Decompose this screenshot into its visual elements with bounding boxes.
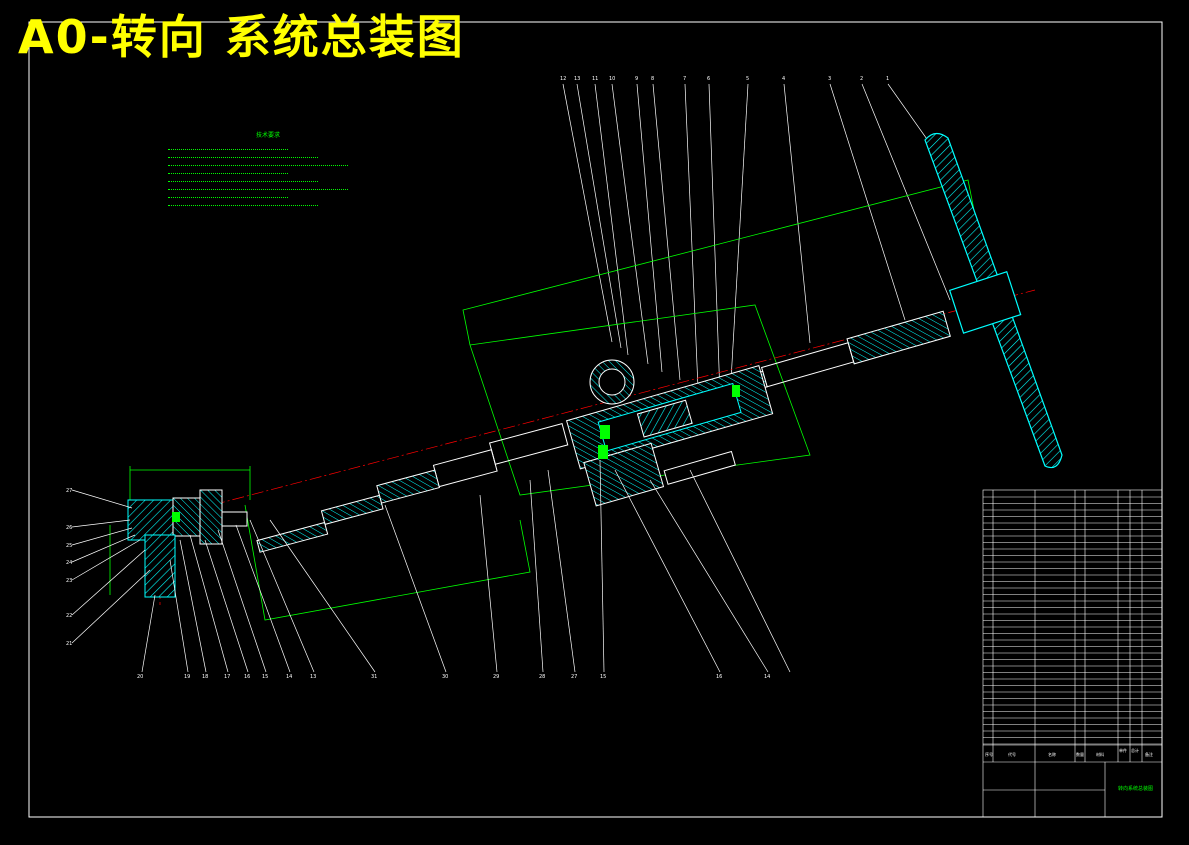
technical-note-line — [168, 150, 318, 158]
bottom-leaders — [141, 459, 791, 673]
balloon-b15: 14 — [764, 674, 770, 680]
balloon-6: 6 — [707, 76, 710, 82]
balloon-23: 23 — [66, 578, 72, 584]
technical-note-line — [168, 190, 288, 198]
balloon-25: 25 — [66, 543, 72, 549]
balloon-b12: 27 — [571, 674, 577, 680]
balloon-24: 24 — [66, 560, 72, 566]
balloon-11: 11 — [592, 76, 598, 82]
dimension-lines — [109, 179, 976, 621]
balloon-b6: 14 — [286, 674, 292, 680]
balloon-22: 22 — [66, 613, 72, 619]
technical-notes-heading: 技术要求 — [255, 132, 280, 139]
header-total: 总计 — [1131, 747, 1139, 753]
balloon-21: 21 — [66, 641, 72, 647]
technical-notes: 技术要求 — [168, 132, 368, 206]
technical-note-line — [168, 142, 288, 150]
bottom-balloon-labels: 20 19 18 17 16 15 14 13 31 30 29 28 27 1… — [137, 674, 770, 680]
balloon-b13: 15 — [600, 674, 606, 680]
balloon-b9: 30 — [442, 674, 448, 680]
balloon-b11: 28 — [539, 674, 545, 680]
intermediate-shaft — [256, 423, 569, 553]
technical-note-line — [168, 166, 288, 174]
balloon-9: 9 — [635, 76, 638, 82]
header-qty: 数量 — [1076, 751, 1084, 757]
balloon-b1: 19 — [184, 674, 190, 680]
balloon-27: 27 — [66, 488, 72, 494]
header-seq: 序号 — [985, 751, 993, 757]
balloon-b0: 20 — [137, 674, 143, 680]
balloon-12: 12 — [560, 76, 566, 82]
balloon-2: 2 — [860, 76, 863, 82]
steering-gear-box — [565, 359, 774, 507]
title-block-text: 序号 代号 名称 数量 材料 单件 总计 备注 转向系统总装图 — [985, 747, 1153, 792]
balloon-7: 7 — [683, 76, 686, 82]
header-code: 代号 — [1008, 751, 1016, 757]
balloon-b14: 16 — [716, 674, 722, 680]
balloon-4: 4 — [782, 76, 785, 82]
balloon-26: 26 — [66, 525, 72, 531]
top-leaders — [562, 83, 971, 399]
drawing-title: A0-转向 系统总装图 — [18, 10, 465, 64]
balloon-10: 10 — [609, 76, 615, 82]
steering-wheel — [924, 132, 1063, 469]
title-block-drawing-name: 转向系统总装图 — [1118, 785, 1153, 792]
balloon-13: 13 — [574, 76, 580, 82]
balloon-8: 8 — [651, 76, 654, 82]
balloon-5: 5 — [746, 76, 749, 82]
balloon-b10: 29 — [493, 674, 499, 680]
header-remark: 备注 — [1145, 751, 1153, 757]
assembly-drawing: 12 13 11 10 9 8 7 6 5 4 3 2 1 27 26 25 2… — [28, 21, 1163, 818]
balloon-b3: 17 — [224, 674, 230, 680]
balloon-b8: 31 — [371, 674, 377, 680]
balloon-1: 1 — [886, 76, 889, 82]
top-balloon-labels: 12 13 11 10 9 8 7 6 5 4 3 2 1 — [560, 76, 889, 82]
header-name: 名称 — [1048, 751, 1056, 757]
technical-note-line — [168, 158, 348, 166]
balloon-b7: 13 — [310, 674, 316, 680]
lower-gear-assembly — [127, 489, 248, 598]
technical-note-line — [168, 174, 318, 182]
balloon-3: 3 — [828, 76, 831, 82]
technical-note-line — [168, 198, 318, 206]
balloon-b5: 15 — [262, 674, 268, 680]
balloon-b4: 16 — [244, 674, 250, 680]
left-balloon-labels: 27 26 25 24 23 22 21 — [66, 488, 72, 647]
header-unit: 单件 — [1119, 747, 1127, 753]
drawing-sheet: 12 13 11 10 9 8 7 6 5 4 3 2 1 27 26 25 2… — [0, 0, 1189, 841]
parts-list — [982, 489, 1163, 818]
balloon-b2: 18 — [202, 674, 208, 680]
technical-note-line — [168, 182, 348, 190]
header-material: 材料 — [1096, 751, 1104, 757]
